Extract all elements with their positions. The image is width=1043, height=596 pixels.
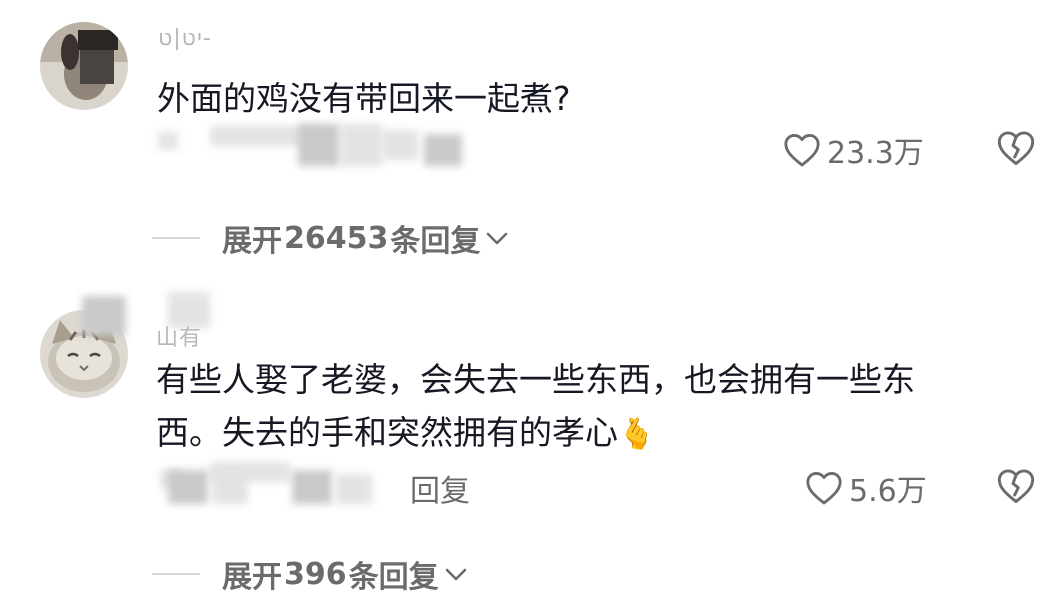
heart-outline-icon (784, 134, 820, 167)
expand-count: 396 (284, 556, 347, 592)
avatar[interactable] (40, 22, 128, 110)
comment-item: יט|ט- 外面的鸡没有带回来一起煮? 23.3万 展开 26453 条回复 (0, 0, 1043, 280)
comment-item: 山有 有些人娶了老婆，会失去一些东西，也会拥有一些东 西。失去的手和突然拥有的孝… (0, 280, 1043, 595)
dislike-button[interactable] (996, 130, 1036, 170)
like-button[interactable]: 5.6万 (805, 466, 927, 510)
divider-dash (152, 237, 200, 239)
comment-meta-redacted (150, 110, 490, 170)
like-button[interactable]: 23.3万 (783, 128, 924, 172)
dislike-button[interactable] (996, 468, 1036, 508)
expand-suffix: 条回复 (348, 560, 439, 595)
expand-count: 26453 (284, 220, 389, 256)
comment-text: 西。失去的手和突然拥有的孝心 (156, 413, 618, 452)
expand-suffix: 条回复 (390, 224, 481, 259)
chevron-down-icon (445, 568, 466, 581)
expand-prefix: 展开 (222, 560, 282, 595)
expand-prefix: 展开 (222, 224, 282, 259)
reply-button[interactable]: 回复 (410, 466, 470, 510)
divider-dash (152, 573, 200, 575)
finger-heart-emoji: 🫰 (618, 417, 656, 452)
like-count: 23.3万 (827, 136, 924, 171)
comment-text-line-1: 有些人娶了老婆，会失去一些东西，也会拥有一些东 (156, 360, 915, 399)
expand-replies-button[interactable]: 展开 26453 条回复 (152, 216, 510, 260)
comment-username[interactable]: 山有 (156, 320, 202, 352)
like-count: 5.6万 (849, 474, 927, 509)
comment-meta-redacted (150, 452, 390, 508)
chevron-down-icon (487, 232, 508, 245)
broken-heart-icon (997, 469, 1035, 504)
broken-heart-icon (997, 131, 1035, 166)
heart-outline-icon (806, 472, 842, 505)
expand-replies-button[interactable]: 展开 396 条回复 (152, 552, 469, 596)
comment-username[interactable]: יט|ט- (158, 26, 212, 51)
username-redacted (82, 296, 126, 336)
